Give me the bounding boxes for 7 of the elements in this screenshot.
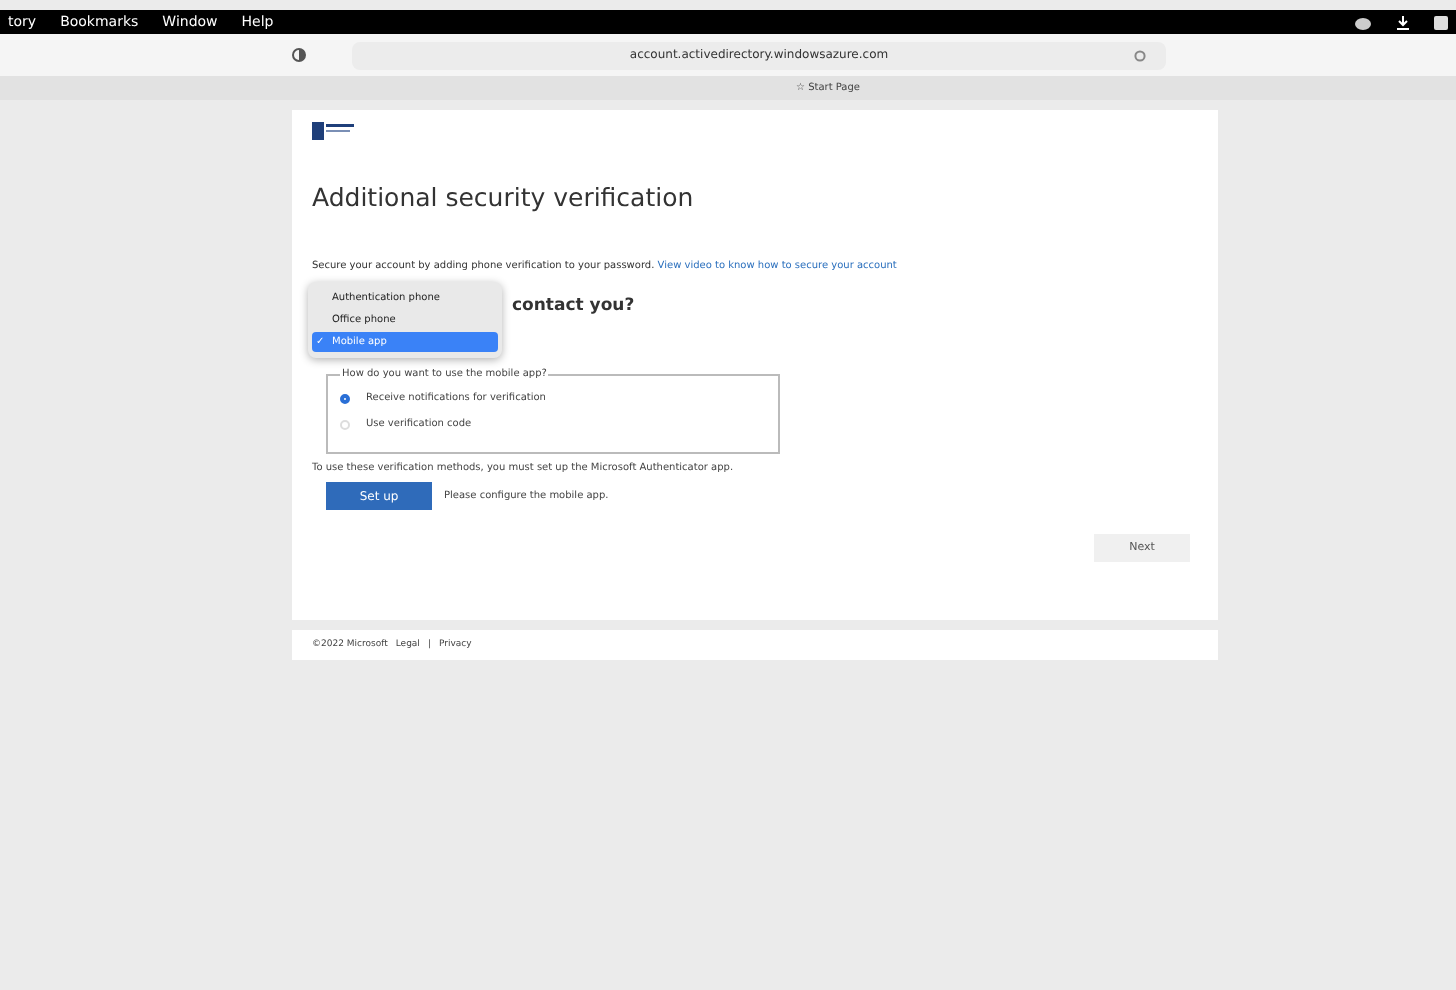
- page-title: Additional security verification: [312, 182, 696, 212]
- contact-heading: contact you?: [512, 296, 637, 316]
- radio-button[interactable]: [340, 393, 350, 403]
- download-icon[interactable]: [1396, 15, 1410, 29]
- logo-icon: [312, 122, 356, 140]
- reload-icon[interactable]: [1134, 49, 1146, 61]
- shield-icon[interactable]: [292, 48, 306, 62]
